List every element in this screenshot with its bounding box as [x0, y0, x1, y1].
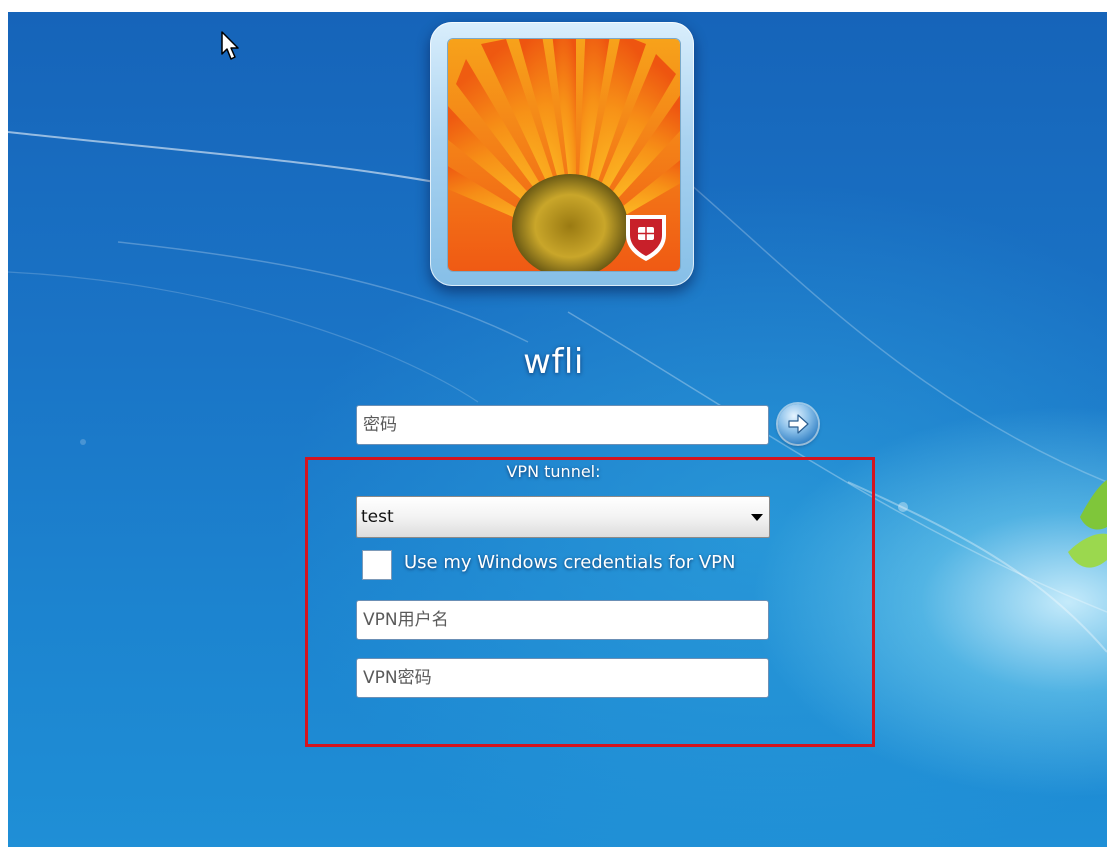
user-avatar-frame	[430, 22, 694, 286]
vpn-password-field[interactable]	[356, 658, 769, 698]
vpn-tunnel-label: VPN tunnel:	[506, 462, 601, 481]
use-windows-credentials-checkbox[interactable]	[362, 550, 392, 580]
arrow-right-circle-icon	[788, 414, 809, 434]
mouse-pointer-icon	[221, 31, 239, 60]
vpn-tunnel-selected-value: test	[361, 507, 394, 527]
username-label: wfli	[523, 342, 584, 382]
flower-picture	[448, 39, 680, 271]
password-field[interactable]	[356, 405, 769, 445]
vpn-tunnel-dropdown[interactable]: test	[356, 496, 770, 538]
use-windows-credentials-label[interactable]: Use my Windows credentials for VPN	[404, 552, 736, 573]
submit-login-button[interactable]	[778, 404, 818, 444]
chevron-down-icon	[751, 514, 763, 521]
vpn-username-field[interactable]	[356, 600, 769, 640]
user-avatar	[447, 38, 681, 272]
